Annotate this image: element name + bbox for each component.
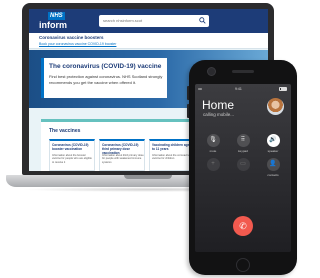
search-placeholder: search nhsinform.scot bbox=[103, 18, 143, 23]
search-icon[interactable] bbox=[199, 17, 206, 24]
laptop-notch bbox=[124, 175, 172, 179]
vaccine-card[interactable]: Coronavirus (COVID-19) third primary dos… bbox=[99, 139, 145, 171]
nhs-inform-logo[interactable]: NHS inform bbox=[35, 12, 73, 31]
contacts-button[interactable]: 👤 contacts bbox=[261, 158, 285, 177]
status-time: 9:41 bbox=[235, 86, 242, 91]
vaccine-card[interactable]: Coronavirus (COVID-19) booster vaccinati… bbox=[49, 139, 95, 171]
facetime-button[interactable]: ▭ bbox=[231, 158, 255, 171]
vaccine-card-body: Information about the coronavirus vaccin… bbox=[152, 154, 191, 161]
speaker-icon: 🔊 bbox=[266, 134, 280, 147]
phone-call-screen: ••••• 9:41 Home calling mobile... 🎙 mute… bbox=[195, 84, 291, 252]
keypad-label: keypad bbox=[238, 149, 248, 153]
keypad-button[interactable]: ⠿ keypad bbox=[231, 134, 255, 153]
hero-card: The coronavirus (COVID-19) vaccine Find … bbox=[41, 58, 167, 98]
logo-inform: inform bbox=[39, 20, 67, 30]
vaccine-card-title: Vaccinating children aged 5 to 11 years bbox=[152, 143, 194, 151]
battery-icon bbox=[279, 87, 287, 91]
phone-speaker bbox=[232, 70, 254, 73]
call-status: calling mobile... bbox=[203, 112, 235, 117]
alert-link[interactable]: Book your coronavirus vaccine COVID-19 b… bbox=[39, 42, 116, 46]
page-title: The coronavirus (COVID-19) vaccine bbox=[49, 63, 162, 70]
camera-icon bbox=[207, 67, 216, 76]
mute-button[interactable]: 🎙 mute bbox=[201, 134, 225, 153]
mute-label: mute bbox=[209, 149, 217, 153]
search-input[interactable]: search nhsinform.scot bbox=[99, 15, 209, 27]
keypad-icon: ⠿ bbox=[236, 134, 250, 147]
contacts-icon: 👤 bbox=[266, 158, 280, 171]
status-bar: ••••• 9:41 bbox=[195, 86, 291, 92]
vaccines-heading: The vaccines bbox=[49, 128, 81, 134]
end-call-icon: ✆ bbox=[239, 221, 247, 231]
speaker-button[interactable]: 🔊 speaker bbox=[261, 134, 285, 153]
phone-home-area bbox=[236, 258, 250, 272]
caller-name: Home bbox=[202, 98, 235, 112]
vaccine-card-body: Information about third primary dose for… bbox=[102, 154, 144, 164]
hero-description: Find best protection against coronavirus… bbox=[49, 74, 163, 85]
facetime-icon: ▭ bbox=[236, 158, 250, 171]
vaccine-card-body: Information about the booster vaccine fo… bbox=[52, 154, 92, 164]
add-call-button[interactable]: + bbox=[201, 158, 225, 171]
contacts-label: contacts bbox=[267, 173, 279, 177]
mute-icon: 🎙 bbox=[206, 134, 220, 147]
alert-title: Coronavirus vaccine boosters bbox=[39, 35, 104, 40]
site-header: NHS inform search nhsinform.scot bbox=[29, 9, 268, 33]
add-call-icon: + bbox=[206, 158, 220, 171]
logo-nhs: NHS bbox=[48, 12, 65, 20]
vaccine-card-title: Coronavirus (COVID-19) booster vaccinati… bbox=[52, 143, 89, 151]
speaker-label: speaker bbox=[267, 149, 279, 153]
signal-icon: ••••• bbox=[198, 87, 202, 91]
alert-banner: Coronavirus vaccine boosters Book your c… bbox=[29, 33, 268, 49]
caller-avatar bbox=[267, 98, 284, 115]
end-call-button[interactable]: ✆ bbox=[233, 216, 253, 236]
